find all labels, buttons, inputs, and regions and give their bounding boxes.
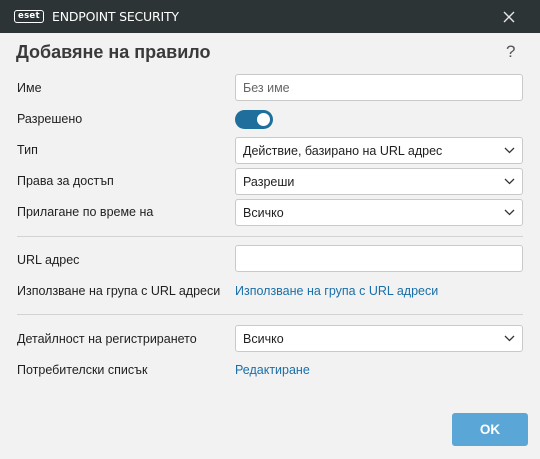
access-select[interactable]: Разреши bbox=[235, 168, 523, 195]
chevron-down-icon bbox=[504, 147, 515, 154]
eset-logo: eset bbox=[14, 10, 44, 23]
log-verbosity-label: Детайлност на регистрирането bbox=[17, 332, 197, 346]
access-label: Права за достъп bbox=[17, 174, 114, 188]
type-label: Тип bbox=[17, 143, 38, 157]
url-field[interactable] bbox=[235, 245, 523, 272]
apply-during-select[interactable]: Всичко bbox=[235, 199, 523, 226]
name-label: Име bbox=[17, 81, 42, 95]
log-verbosity-value: Всичко bbox=[243, 332, 284, 346]
product-name: ENDPOINT SECURITY bbox=[52, 9, 179, 24]
ok-button[interactable]: OK bbox=[452, 413, 528, 446]
user-list-label: Потребителски списък bbox=[17, 363, 148, 377]
apply-during-label: Прилагане по време на bbox=[17, 205, 154, 219]
type-select[interactable]: Действие, базирано на URL адрес bbox=[235, 137, 523, 164]
section-divider bbox=[17, 314, 523, 315]
enabled-toggle[interactable] bbox=[235, 110, 273, 129]
url-input[interactable] bbox=[236, 246, 522, 271]
enabled-label: Разрешено bbox=[17, 112, 83, 126]
close-icon[interactable] bbox=[498, 6, 520, 28]
type-value: Действие, базирано на URL адрес bbox=[243, 144, 443, 158]
title-bar: eset ENDPOINT SECURITY bbox=[0, 0, 540, 33]
url-group-label: Използване на група с URL адреси bbox=[17, 284, 221, 298]
access-value: Разреши bbox=[243, 175, 295, 189]
section-divider bbox=[17, 236, 523, 237]
name-input[interactable] bbox=[236, 75, 522, 100]
help-icon[interactable]: ? bbox=[506, 42, 515, 62]
log-verbosity-select[interactable]: Всичко bbox=[235, 325, 523, 352]
chevron-down-icon bbox=[504, 335, 515, 342]
url-group-link[interactable]: Използване на група с URL адреси bbox=[235, 284, 438, 298]
url-label: URL адрес bbox=[17, 253, 80, 267]
apply-during-value: Всичко bbox=[243, 206, 284, 220]
toggle-knob bbox=[257, 113, 270, 126]
dialog-title: Добавяне на правило bbox=[16, 42, 211, 62]
edit-user-list-link[interactable]: Редактиране bbox=[235, 363, 310, 377]
chevron-down-icon bbox=[504, 209, 515, 216]
chevron-down-icon bbox=[504, 178, 515, 185]
name-field[interactable] bbox=[235, 74, 523, 101]
